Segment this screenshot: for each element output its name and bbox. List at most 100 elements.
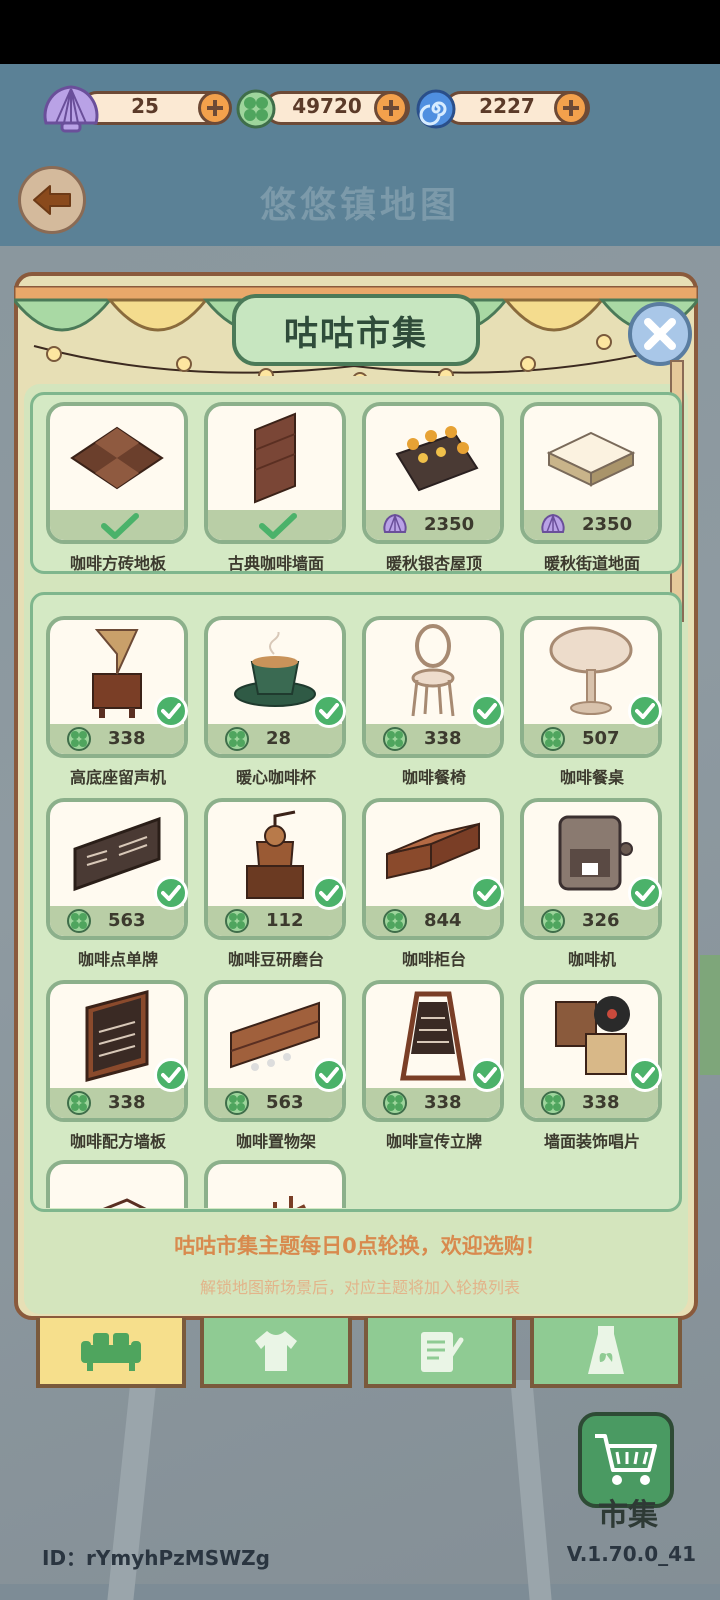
- plus-icon: [563, 100, 579, 116]
- coffee-counter-image: [386, 822, 480, 880]
- owned-check-icon: [312, 694, 346, 728]
- furniture-item-price: 338: [108, 728, 146, 749]
- furniture-item-label: 高底座留声机: [69, 768, 166, 787]
- theme-item-label: 咖啡方砖地板: [69, 554, 166, 573]
- wall-vinyl-record-image: [555, 996, 630, 1075]
- coffee-table-image: [549, 626, 633, 715]
- tab-clothing[interactable]: [200, 1318, 352, 1388]
- furniture-item-label: 墙面装饰唱片: [543, 1132, 640, 1151]
- gramophone-image: [92, 629, 142, 718]
- coffee-display-case-image: [102, 1198, 147, 1208]
- clover-coin-icon: [225, 727, 249, 751]
- shell-icon: [541, 513, 565, 533]
- clover-coin-icon: [67, 1091, 91, 1115]
- owned-check-icon: [470, 1058, 504, 1092]
- plus-icon: [383, 100, 399, 116]
- classic-coffee-wall-image: [254, 412, 296, 504]
- add-gem-button[interactable]: [554, 91, 588, 125]
- rotation-notice: 咕咕市集主题每日0点轮换，欢迎选购！: [174, 1234, 546, 1258]
- spiral-gem-icon: [416, 89, 456, 129]
- furniture-item-label: 咖啡点单牌: [77, 950, 158, 969]
- furniture-item-card[interactable]: 507: [520, 616, 662, 758]
- furniture-item-label: 咖啡置物架: [235, 1132, 316, 1151]
- furniture-item-price: 112: [266, 910, 304, 931]
- clover-coin-icon: [541, 909, 565, 933]
- coffee-chair-image: [411, 624, 455, 717]
- theme-item-card[interactable]: [46, 402, 188, 544]
- furniture-item-card[interactable]: 28: [204, 616, 346, 758]
- furniture-item-card[interactable]: 326: [520, 798, 662, 940]
- check-icon: [101, 513, 139, 539]
- furniture-item-price: 844: [424, 910, 462, 931]
- app-version: V.1.70.0_41: [566, 1542, 696, 1566]
- plus-icon: [207, 100, 223, 116]
- clover-coin-icon: [383, 909, 407, 933]
- tab-notes[interactable]: [364, 1318, 516, 1388]
- furniture-item-card[interactable]: 563: [46, 798, 188, 940]
- owned-check-icon: [154, 1058, 188, 1092]
- add-clover-button[interactable]: [374, 91, 408, 125]
- coffee-recipe-wallboard-image: [85, 990, 149, 1082]
- furniture-item-card[interactable]: 338: [520, 980, 662, 1122]
- furniture-item-price: 338: [424, 728, 462, 749]
- theme-item-label: 暖秋街道地面: [543, 554, 640, 573]
- ginkgo-roof-image: [395, 426, 479, 492]
- clover-coin-icon: [67, 909, 91, 933]
- coffee-cup-image: [234, 632, 316, 707]
- bottle-icon: [588, 1326, 624, 1374]
- furniture-item-card-partial[interactable]: [46, 1160, 188, 1208]
- tab-items[interactable]: [530, 1318, 682, 1388]
- furniture-item-label: 咖啡宣传立牌: [385, 1132, 482, 1151]
- furniture-item-label: 咖啡豆研磨台: [227, 950, 324, 969]
- furniture-item-card[interactable]: 338: [46, 616, 188, 758]
- add-shell-button[interactable]: [198, 91, 232, 125]
- furniture-item-price: 563: [266, 1092, 304, 1113]
- coffee-machine-image: [558, 815, 633, 891]
- currency-shell-value: 25: [131, 94, 159, 118]
- owned-check-icon: [154, 694, 188, 728]
- furniture-item-price: 338: [424, 1092, 462, 1113]
- theme-item-card[interactable]: 2350: [520, 402, 662, 544]
- currency-shell: 25: [40, 85, 232, 133]
- theme-item-label: 古典咖啡墙面: [227, 554, 324, 573]
- furniture-item-card[interactable]: 563: [204, 980, 346, 1122]
- owned-check-icon: [628, 1058, 662, 1092]
- theme-item-card[interactable]: [204, 402, 346, 544]
- status-bar: [0, 0, 720, 64]
- furniture-item-price: 338: [582, 1092, 620, 1113]
- page-title: 悠悠镇地图: [259, 185, 460, 226]
- furniture-item-price: 326: [582, 910, 620, 931]
- autumn-street-ground-image: [546, 431, 636, 487]
- currency-clover-value: 49720: [292, 94, 362, 118]
- clover-coin-icon: [225, 909, 249, 933]
- owned-check-icon: [470, 876, 504, 910]
- close-button[interactable]: [628, 302, 692, 366]
- player-id: ID：rYmyhPzMSWZg: [42, 1546, 270, 1570]
- currency-gem: 2227: [416, 89, 592, 129]
- tab-furniture[interactable]: [36, 1318, 186, 1388]
- furniture-item-card[interactable]: 338: [362, 980, 504, 1122]
- clover-coin-icon: [67, 727, 91, 751]
- furniture-item-card-partial[interactable]: [204, 1160, 346, 1208]
- panel-title-text: 咕咕市集: [284, 313, 428, 354]
- furniture-item-label: 暖心咖啡杯: [235, 768, 316, 787]
- furniture-item-card[interactable]: 338: [362, 616, 504, 758]
- clover-coin-icon: [541, 727, 565, 751]
- furniture-item-card[interactable]: 112: [204, 798, 346, 940]
- clover-coin-icon: [541, 1091, 565, 1115]
- clover-coin-icon: [236, 89, 276, 129]
- currency-clover: 49720: [236, 89, 412, 129]
- furniture-item-price: 338: [108, 1092, 146, 1113]
- furniture-item-label: 咖啡餐椅: [401, 768, 466, 787]
- furniture-item-card[interactable]: 338: [46, 980, 188, 1122]
- theme-item-card[interactable]: 2350: [362, 402, 504, 544]
- clover-coin-icon: [383, 1091, 407, 1115]
- theme-item-label: 暖秋银杏屋顶: [385, 554, 482, 573]
- coffee-sandwich-board-image: [400, 991, 466, 1081]
- furniture-item-label: 咖啡机: [567, 950, 616, 969]
- furniture-item-label: 咖啡柜台: [401, 950, 466, 969]
- coffee-shelf-image: [230, 1001, 320, 1071]
- furniture-item-card[interactable]: 844: [362, 798, 504, 940]
- owned-check-icon: [154, 876, 188, 910]
- shirt-icon: [255, 1331, 297, 1371]
